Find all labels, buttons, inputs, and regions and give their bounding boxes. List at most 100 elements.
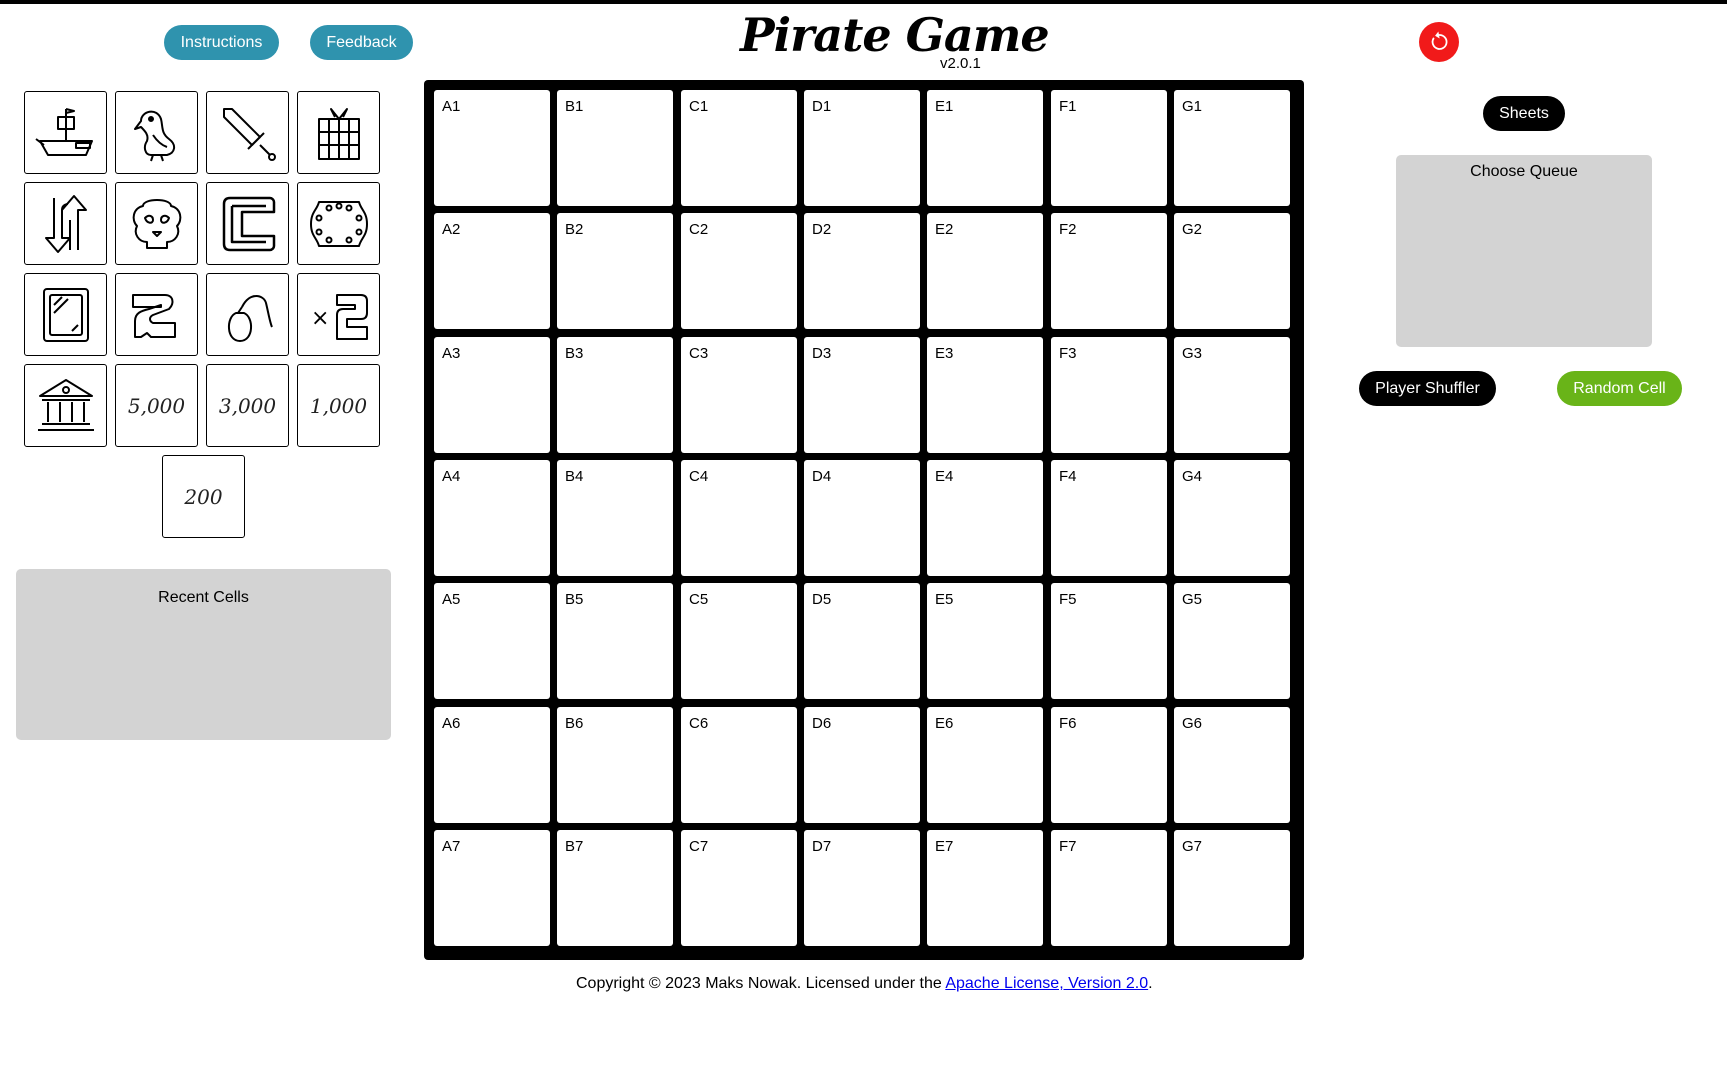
money-3000-label: 3,000 [218,393,277,418]
board-cell-c3[interactable]: C3 [681,337,797,453]
board-cell-a1[interactable]: A1 [434,90,550,206]
board-cell-e1[interactable]: E1 [927,90,1043,206]
tile-money-1000[interactable]: 1,000 [297,364,380,447]
board-cell-d6[interactable]: D6 [804,707,920,823]
tile-pirate-ship[interactable] [24,91,107,174]
board-cell-label: A6 [442,715,461,732]
tile-parrot[interactable] [115,91,198,174]
board-cell-c1[interactable]: C1 [681,90,797,206]
board-cell-label: F6 [1059,715,1077,732]
board-cell-f3[interactable]: F3 [1051,337,1167,453]
board-cell-a5[interactable]: A5 [434,583,550,699]
board-cell-label: G4 [1182,468,1203,485]
board-cell-label: D4 [812,468,832,485]
board-cell-c6[interactable]: C6 [681,707,797,823]
board-cell-d5[interactable]: D5 [804,583,920,699]
board-cell-d3[interactable]: D3 [804,337,920,453]
board-cell-label: G6 [1182,715,1203,732]
board-cell-e5[interactable]: E5 [927,583,1043,699]
board-cell-a6[interactable]: A6 [434,707,550,823]
instructions-button[interactable]: Instructions [164,25,279,60]
board-cell-g3[interactable]: G3 [1174,337,1290,453]
board-cell-c5[interactable]: C5 [681,583,797,699]
sneak-icon [227,294,273,342]
board-cell-e2[interactable]: E2 [927,213,1043,329]
board-cell-c7[interactable]: C7 [681,830,797,946]
board-cell-b2[interactable]: B2 [557,213,673,329]
board-cell-label: F4 [1059,468,1077,485]
tile-money-200[interactable]: 200 [162,455,245,538]
reset-button[interactable] [1419,22,1459,62]
board-cell-label: C1 [689,98,709,115]
board-cell-d7[interactable]: D7 [804,830,920,946]
board-cell-f1[interactable]: F1 [1051,90,1167,206]
money-200-label: 200 [184,484,223,509]
board-cell-g7[interactable]: G7 [1174,830,1290,946]
board-cell-a2[interactable]: A2 [434,213,550,329]
board-cell-b4[interactable]: B4 [557,460,673,576]
board-cell-f7[interactable]: F7 [1051,830,1167,946]
tile-double[interactable]: × [297,273,380,356]
board-cell-e6[interactable]: E6 [927,707,1043,823]
board-cell-e3[interactable]: E3 [927,337,1043,453]
tile-shield[interactable] [297,182,380,265]
random-cell-button[interactable]: Random Cell [1557,371,1682,406]
board-cell-b7[interactable]: B7 [557,830,673,946]
tile-mirror[interactable] [24,273,107,356]
board-cell-label: B4 [565,468,584,485]
tile-skull[interactable] [115,182,198,265]
sheets-button[interactable]: Sheets [1483,96,1565,131]
tile-present[interactable] [297,91,380,174]
tile-swap[interactable] [24,182,107,265]
board-cell-g5[interactable]: G5 [1174,583,1290,699]
board-cell-a4[interactable]: A4 [434,460,550,576]
board-cell-e4[interactable]: E4 [927,460,1043,576]
board-cell-g2[interactable]: G2 [1174,213,1290,329]
board-cell-f4[interactable]: F4 [1051,460,1167,576]
board-cell-f2[interactable]: F2 [1051,213,1167,329]
board-cell-g1[interactable]: G1 [1174,90,1290,206]
board-cell-b5[interactable]: B5 [557,583,673,699]
board-cell-f5[interactable]: F5 [1051,583,1167,699]
board-cell-label: B7 [565,838,584,855]
board-cell-d1[interactable]: D1 [804,90,920,206]
board-cell-label: B1 [565,98,584,115]
tile-sneak[interactable] [206,273,289,356]
recent-cells-title: Recent Cells [158,589,249,606]
board-cell-f6[interactable]: F6 [1051,707,1167,823]
feedback-button[interactable]: Feedback [310,25,413,60]
player-shuffler-button[interactable]: Player Shuffler [1359,371,1496,406]
present-icon [317,107,360,160]
board-cell-d4[interactable]: D4 [804,460,920,576]
tile-bomb[interactable] [115,273,198,356]
board-cell-label: B3 [565,345,584,362]
license-link[interactable]: Apache License, Version 2.0 [945,975,1148,992]
board-cell-label: G5 [1182,591,1203,608]
board-cell-label: A2 [442,221,461,238]
board-cell-e7[interactable]: E7 [927,830,1043,946]
sword-icon [222,107,276,161]
board-cell-c2[interactable]: C2 [681,213,797,329]
tile-bank[interactable] [24,364,107,447]
board-cell-b6[interactable]: B6 [557,707,673,823]
tile-money-3000[interactable]: 3,000 [206,364,289,447]
tile-money-5000[interactable]: 5,000 [115,364,198,447]
tile-choose[interactable] [206,182,289,265]
board-cell-label: F5 [1059,591,1077,608]
board-cell-b3[interactable]: B3 [557,337,673,453]
board-cell-label: C7 [689,838,709,855]
board-cell-b1[interactable]: B1 [557,90,673,206]
choose-queue-title: Choose Queue [1470,163,1578,180]
top-border [0,0,1727,4]
board-cell-label: C2 [689,221,709,238]
board-cell-g4[interactable]: G4 [1174,460,1290,576]
board-cell-a7[interactable]: A7 [434,830,550,946]
parrot-icon [133,110,175,161]
board-cell-a3[interactable]: A3 [434,337,550,453]
board-cell-label: E1 [935,98,954,115]
board-cell-d2[interactable]: D2 [804,213,920,329]
board-cell-c4[interactable]: C4 [681,460,797,576]
tile-sword[interactable] [206,91,289,174]
board-cell-g6[interactable]: G6 [1174,707,1290,823]
board-cell-label: E4 [935,468,954,485]
